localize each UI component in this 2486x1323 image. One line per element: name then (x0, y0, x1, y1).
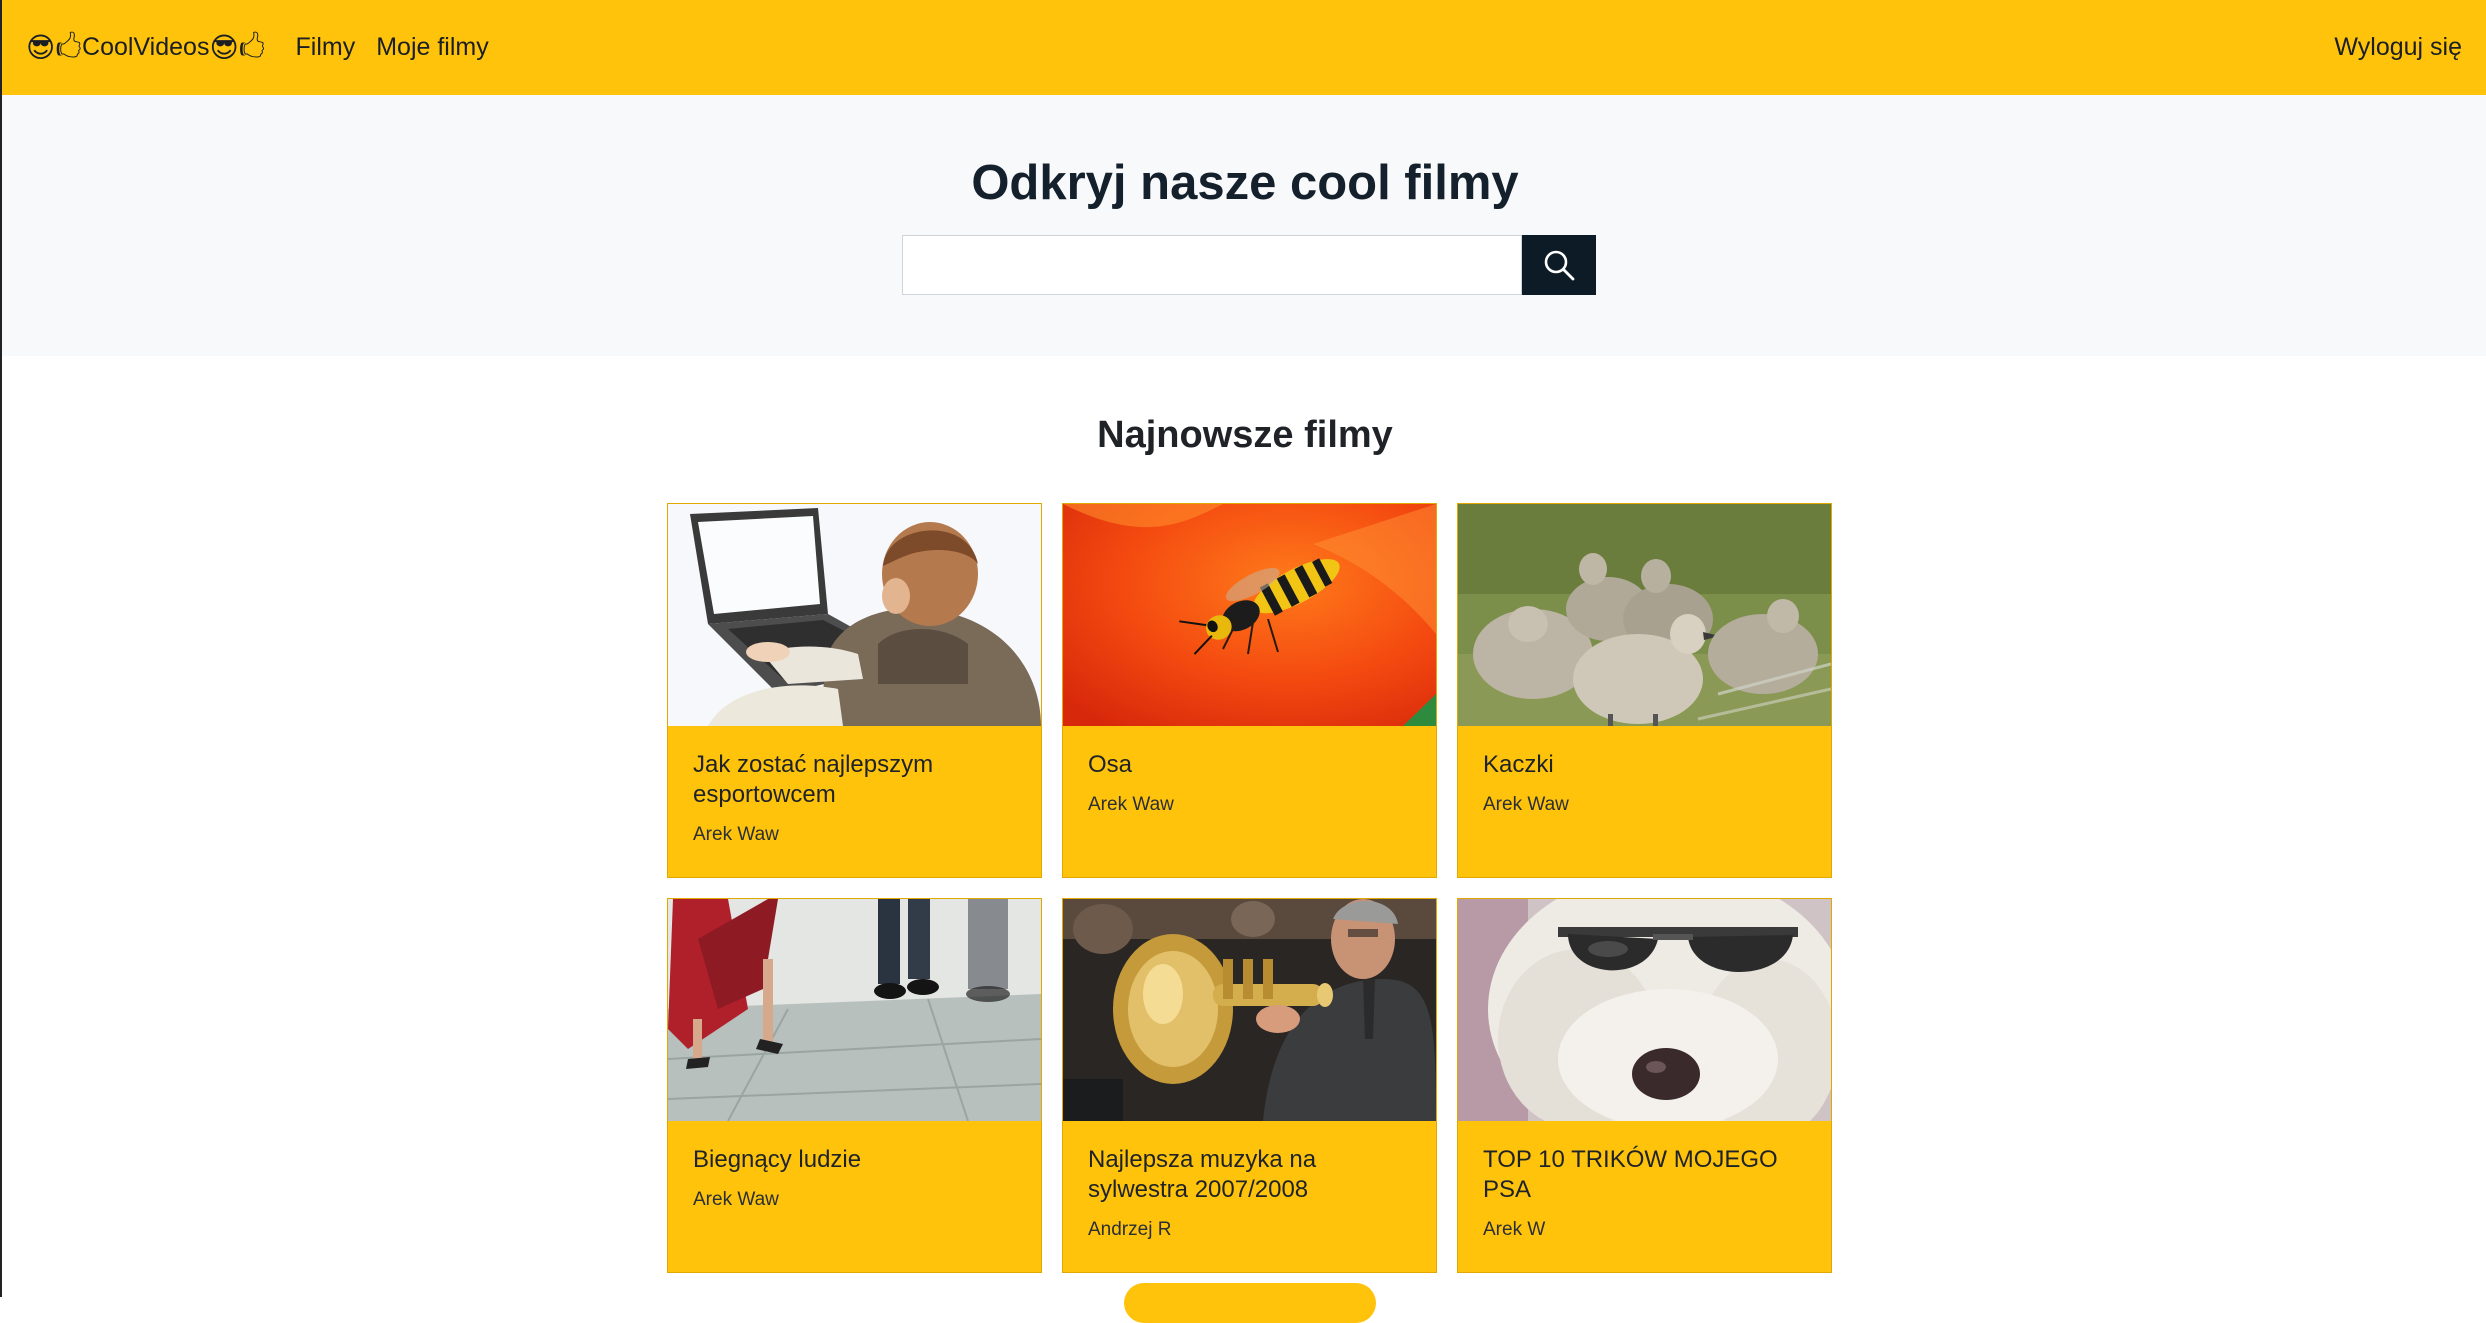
video-thumbnail-wasp (1063, 504, 1436, 726)
brand-logo-link[interactable]: 😎🖒 CoolVideos 😎🖒 (26, 33, 266, 62)
video-card-body: Jak zostać najlepszym esportowcem Arek W… (668, 726, 1041, 846)
video-title[interactable]: Biegnący ludzie (693, 1145, 1016, 1175)
video-title[interactable]: TOP 10 TRIKÓW MOJEGO PSA (1483, 1145, 1806, 1205)
video-card-body: Kaczki Arek Waw (1458, 726, 1831, 816)
nav-link-moje-filmy[interactable]: Moje filmy (376, 33, 489, 62)
video-title[interactable]: Jak zostać najlepszym esportowcem (693, 750, 1016, 810)
video-card[interactable]: Osa Arek Waw (1062, 503, 1437, 878)
video-thumbnail-goslings (1458, 504, 1831, 726)
video-card[interactable]: Biegnący ludzie Arek Waw (667, 898, 1042, 1273)
video-card-body: TOP 10 TRIKÓW MOJEGO PSA Arek W (1458, 1121, 1831, 1241)
video-author: Arek Waw (1088, 794, 1174, 815)
logout-link[interactable]: Wyloguj się (2334, 33, 2462, 62)
video-title[interactable]: Osa (1088, 750, 1411, 780)
video-thumbnail-boy-at-laptop (668, 504, 1041, 726)
video-author: Andrzej R (1088, 1219, 1172, 1240)
video-thumbnail-walking-people (668, 899, 1041, 1121)
top-navbar: 😎🖒 CoolVideos 😎🖒 Filmy Moje filmy Wylogu… (0, 0, 2486, 95)
search-icon (1544, 250, 1575, 281)
latest-videos-section: Najnowsze filmy Jak zostać najlepszym es… (0, 356, 2486, 1323)
search-form (902, 235, 1596, 295)
video-author: Arek W (1483, 1219, 1546, 1240)
video-grid: Jak zostać najlepszym esportowcem Arek W… (667, 503, 1833, 1273)
video-card-body: Najlepsza muzyka na sylwestra 2007/2008 … (1063, 1121, 1436, 1241)
video-card-body: Biegnący ludzie Arek Waw (668, 1121, 1041, 1211)
video-thumbnail-dog-sunglasses (1458, 899, 1831, 1121)
load-more-button[interactable] (1124, 1283, 1376, 1323)
video-card[interactable]: Najlepsza muzyka na sylwestra 2007/2008 … (1062, 898, 1437, 1273)
video-author: Arek Waw (693, 824, 779, 845)
hero-section: Odkryj nasze cool filmy (0, 95, 2486, 356)
video-card[interactable]: TOP 10 TRIKÓW MOJEGO PSA Arek W (1457, 898, 1832, 1273)
video-title[interactable]: Kaczki (1483, 750, 1806, 780)
video-card-body: Osa Arek Waw (1063, 726, 1436, 816)
video-card[interactable]: Kaczki Arek Waw (1457, 503, 1832, 878)
search-input[interactable] (902, 235, 1522, 295)
video-title[interactable]: Najlepsza muzyka na sylwestra 2007/2008 (1088, 1145, 1411, 1205)
brand-emoji-prefix: 😎🖒 (26, 31, 83, 63)
brand-emoji-suffix: 😎🖒 (209, 31, 266, 63)
nav-link-filmy[interactable]: Filmy (296, 33, 356, 62)
search-button[interactable] (1522, 235, 1596, 295)
video-thumbnail-tuba-player (1063, 899, 1436, 1121)
video-card[interactable]: Jak zostać najlepszym esportowcem Arek W… (667, 503, 1042, 878)
section-title: Najnowsze filmy (1097, 414, 1393, 456)
video-author: Arek Waw (693, 1189, 779, 1210)
brand-text: CoolVideos (82, 33, 210, 61)
page-title: Odkryj nasze cool filmy (971, 156, 1519, 210)
video-author: Arek Waw (1483, 794, 1569, 815)
